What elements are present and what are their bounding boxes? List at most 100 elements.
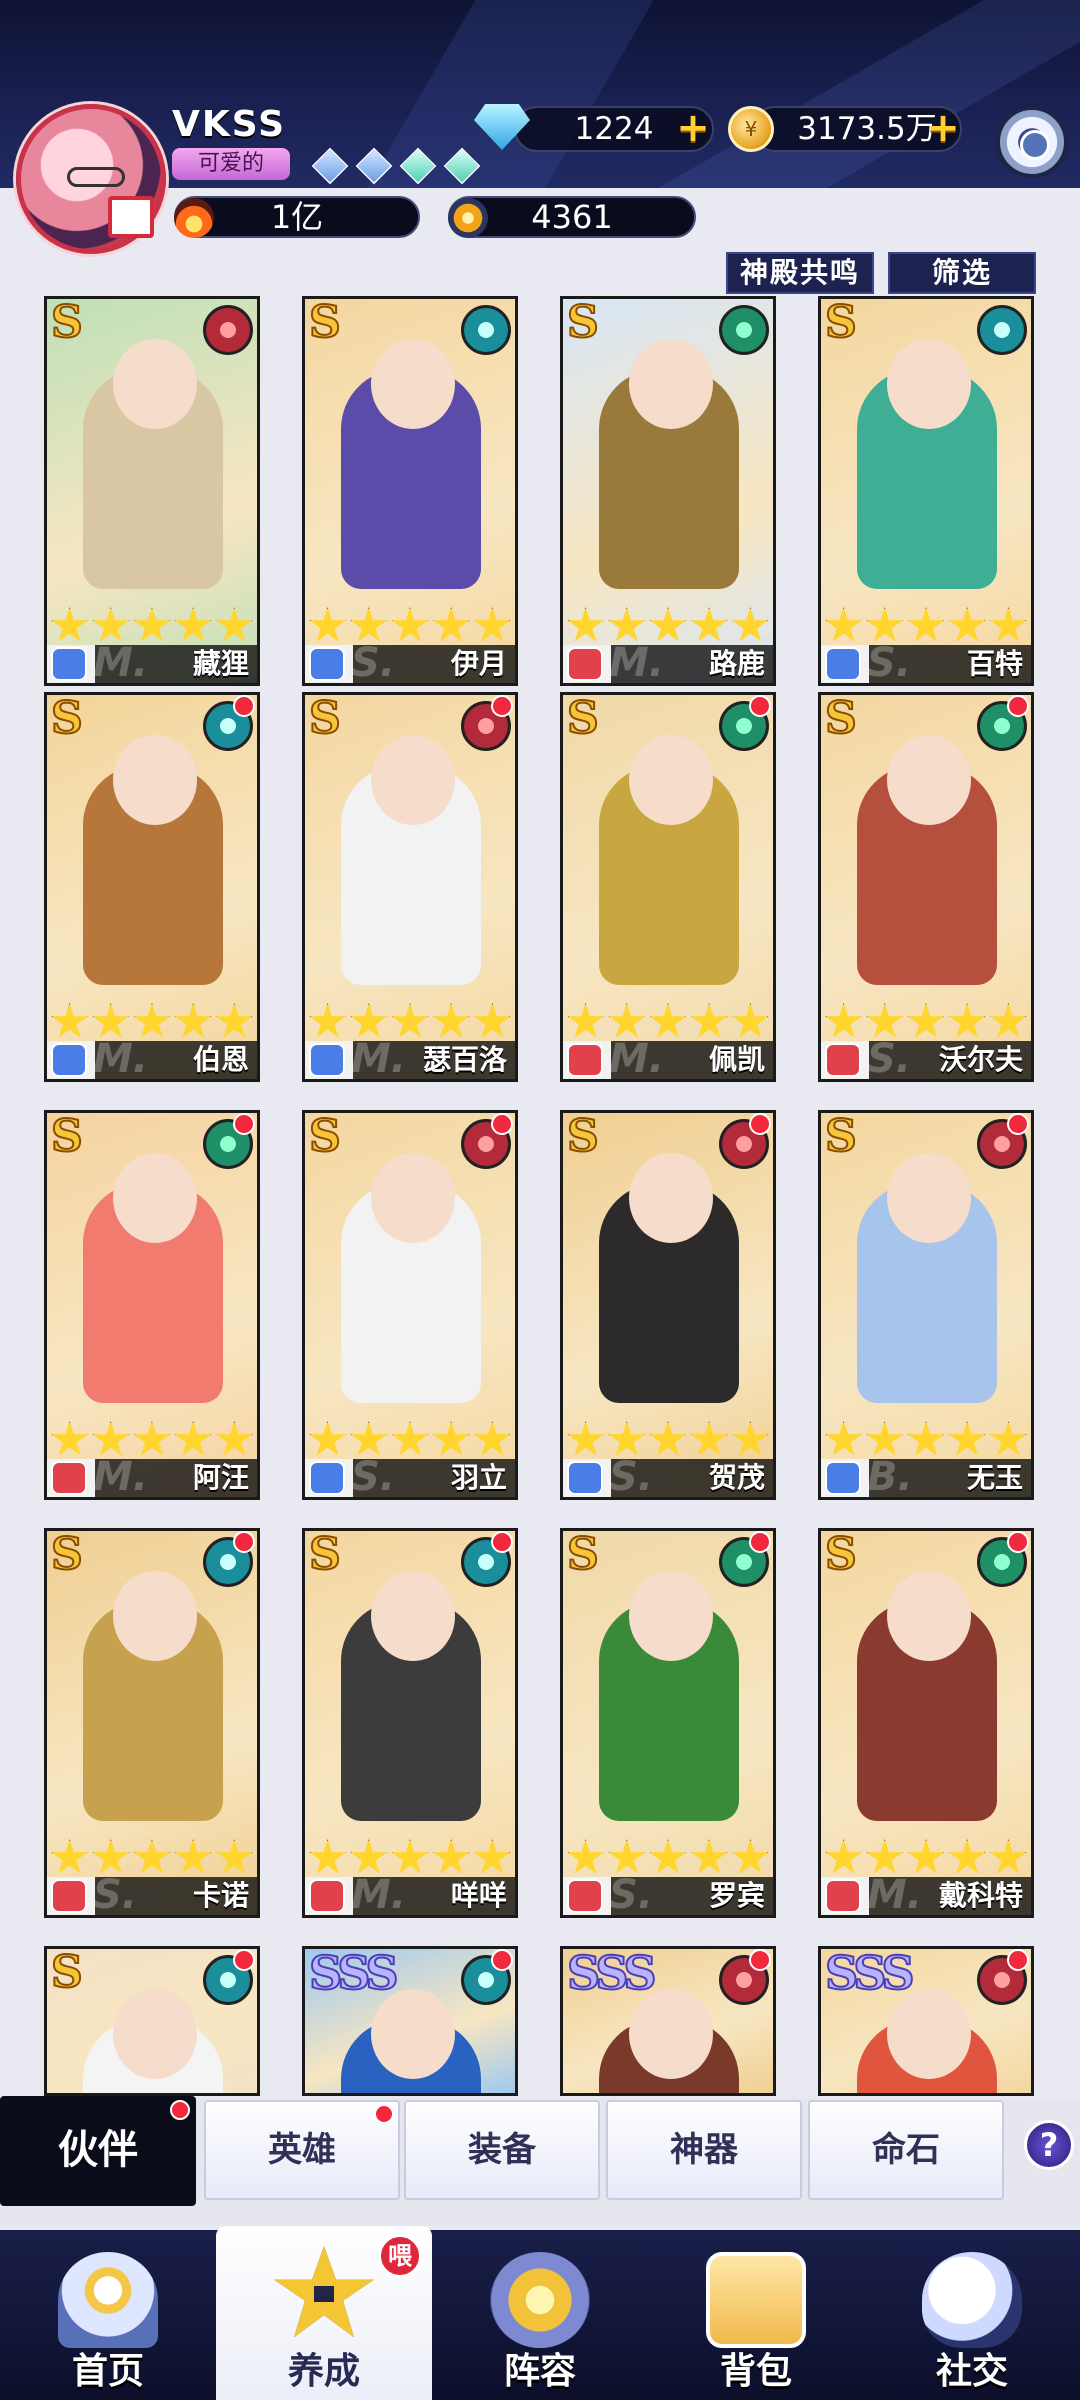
notification-dot [491,1113,513,1135]
star-icon [474,607,511,642]
hero-name: 伊月 [450,647,507,680]
hero-rank-label: S [308,1529,342,1580]
notification-dot [491,1531,513,1553]
hero-rank-label: S [50,693,84,744]
star-icon [825,1003,862,1038]
hero-card[interactable]: SSS [818,1946,1034,2096]
star-icon [732,1839,769,1874]
tab-0[interactable]: 伙伴 [0,2096,196,2206]
hero-card[interactable]: S S. 沃尔夫 [818,692,1034,1082]
hero-head [371,339,455,429]
star-icon [567,1421,604,1456]
hero-card[interactable]: S M. 阿汪 [44,1110,260,1500]
tab-1[interactable]: 英雄 [204,2100,400,2200]
tab-4[interactable]: 命石 [808,2100,1004,2200]
hero-card[interactable]: S S. 罗宾 [560,1528,776,1918]
nav-bag-envelope[interactable]: 背包 [648,2232,864,2400]
nav-label: 社交 [935,2351,1008,2392]
vip-diamond-icon [399,147,437,185]
star-icon [948,1839,986,1874]
help-icon[interactable]: ? [1024,2120,1074,2170]
hero-name: 路鹿 [708,647,765,680]
nav-home-castle[interactable]: 首页 [0,2232,216,2400]
hero-star-rating [821,1421,1031,1461]
notification-dot [1007,1113,1029,1135]
hero-class-icon [309,1043,345,1077]
star-icon [309,1421,346,1456]
hero-card[interactable]: S M. 瑟百洛 [302,692,518,1082]
nav-social-ghost[interactable]: 社交 [864,2232,1080,2400]
hero-class-icon [51,1879,87,1913]
hero-grade-mark: M. [351,1872,406,1918]
hero-card[interactable]: S M. 伯恩 [44,692,260,1082]
vip-diamond-icon [443,147,481,185]
temple-resonance-button[interactable]: 神殿共鸣 [726,252,874,294]
star-icon [51,1839,88,1874]
hero-card[interactable]: SSS [560,1946,776,2096]
notification-dot [233,1113,255,1135]
add-diamond-button[interactable]: + [676,108,710,148]
star-icon [474,1839,511,1874]
training-star-icon [274,2246,374,2338]
hero-class-icon [567,1043,603,1077]
hero-card[interactable]: S M. 路鹿 [560,296,776,686]
hero-grid: S M. 藏狸 S S. 伊月 S M. 路鹿 S S. 百特 S M. 伯恩 S M. 瑟百洛 S M. 佩凯 S S. 沃… [0,296,1080,2096]
player-title-badge: 可爱的 [172,148,290,180]
hero-card[interactable]: S B. 无玉 [818,1110,1034,1500]
star-icon [990,1003,1027,1038]
hero-rank-label: S [50,1111,84,1162]
hero-name: 罗宾 [708,1879,765,1912]
avatar-glasses [67,167,125,187]
gold-amount: 3173.5万 [797,111,937,147]
hero-head [887,1571,971,1661]
hero-card[interactable]: S S. 百特 [818,296,1034,686]
nav-training-star[interactable]: 养成 喂 [216,2226,432,2400]
star-icon [567,1003,604,1038]
hero-head [629,1989,713,2079]
hero-star-rating [563,607,773,647]
tab-2[interactable]: 装备 [404,2100,600,2200]
hero-card[interactable]: S S. 贺茂 [560,1110,776,1500]
hero-card[interactable]: S M. 咩咩 [302,1528,518,1918]
star-power-icon [448,198,488,238]
notification-dot [749,1113,771,1135]
notification-dot [233,695,255,717]
hero-grade-mark: S. [351,640,396,686]
hero-card[interactable]: S M. 戴科特 [818,1528,1034,1918]
hero-head [629,339,713,429]
settings-gear-icon[interactable] [996,106,1068,178]
hero-name: 藏狸 [192,647,249,680]
gift-icon[interactable] [108,196,154,238]
hero-card[interactable]: S M. 佩凯 [560,692,776,1082]
faction-icon [203,305,253,355]
tab-3[interactable]: 神器 [606,2100,802,2200]
hero-class-icon [309,647,345,681]
hero-rank-label: S [824,693,858,744]
hero-rank-label: S [824,297,858,348]
nav-formation-shield[interactable]: 阵容 [432,2232,648,2400]
hero-card[interactable]: S S. 伊月 [302,296,518,686]
hero-star-rating [47,1421,257,1461]
star-icon [732,1421,769,1456]
hero-card[interactable]: S M. 藏狸 [44,296,260,686]
hero-card[interactable]: S S. 羽立 [302,1110,518,1500]
hero-class-icon [51,1461,87,1495]
vip-diamond-icon [355,147,393,185]
hero-class-icon [51,1043,87,1077]
add-gold-button[interactable]: + [926,108,960,148]
nav-label: 养成 [287,2351,360,2392]
hero-card[interactable]: S S. 卡诺 [44,1528,260,1918]
star-icon [309,1839,346,1874]
star-icon [990,607,1027,642]
hero-class-icon [825,647,861,681]
star-icon [948,607,986,642]
star-icon [690,1839,728,1874]
hero-grade-mark: S. [93,1872,138,1918]
hero-rank-label: S [308,1111,342,1162]
hero-card[interactable]: S [44,1946,260,2096]
gold-coin-icon: ¥ [728,106,774,152]
hero-card[interactable]: SSS [302,1946,518,2096]
formation-shield-icon [490,2252,590,2348]
hero-name: 沃尔夫 [938,1043,1023,1076]
filter-button[interactable]: 筛选 [888,252,1036,294]
